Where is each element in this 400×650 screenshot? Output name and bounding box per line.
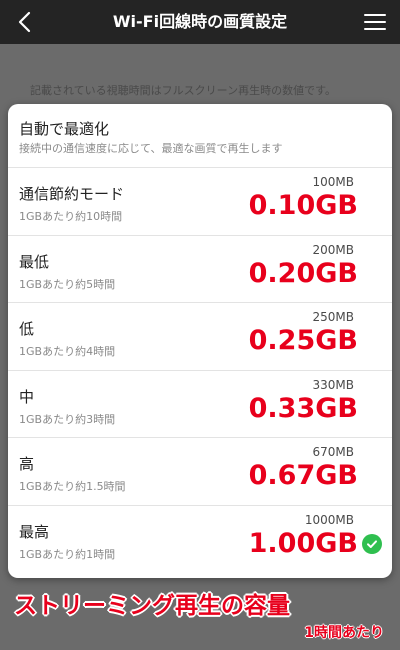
- option-hours-per-gb: 1GBあたり約4時間: [19, 345, 116, 358]
- option-size-gb: 1.00GB: [248, 527, 358, 559]
- option-size-gb: 0.20GB: [248, 257, 358, 289]
- option-hours-per-gb: 1GBあたり約5時間: [19, 277, 116, 291]
- option-auto-optimize[interactable]: 自動で最適化 接続中の通信速度に応じて、最適な画質で再生します: [8, 104, 392, 168]
- hamburger-menu-icon[interactable]: [364, 11, 386, 33]
- option-medium[interactable]: 中 1GBあたり約3時間 330MB 0.33GB: [8, 371, 392, 438]
- option-hours-per-gb: 1GBあたり約1時間: [19, 547, 116, 561]
- option-data-saver[interactable]: 通信節約モード 1GBあたり約10時間 100MB 0.10GB: [8, 168, 392, 236]
- option-title: 高: [19, 455, 35, 473]
- quality-options-sheet: 自動で最適化 接続中の通信速度に応じて、最適な画質で再生します 通信節約モード …: [8, 104, 392, 578]
- option-title: 自動で最適化: [19, 120, 110, 138]
- back-button[interactable]: [8, 6, 40, 38]
- option-title: 最低: [19, 252, 50, 271]
- option-lowest[interactable]: 最低 1GBあたり約5時間 200MB 0.20GB: [8, 236, 392, 303]
- streaming-capacity-caption: ストリーミング再生の容量: [14, 593, 290, 619]
- option-description: 接続中の通信速度に応じて、最適な画質で再生します: [19, 142, 283, 155]
- per-hour-caption: 1時間あたり: [304, 625, 384, 641]
- option-highest[interactable]: 最高 1GBあたり約1時間 1000MB 1.00GB: [8, 506, 392, 574]
- option-size-mb: 100MB: [312, 175, 355, 189]
- option-size-gb: 0.10GB: [248, 190, 358, 221]
- option-hours-per-gb: 1GBあたり約10時間: [19, 210, 123, 223]
- option-size-mb: 1000MB: [304, 512, 354, 527]
- option-size-mb: 250MB: [312, 310, 355, 324]
- page-title: Wi-Fi回線時の画質設定: [112, 12, 288, 31]
- option-hours-per-gb: 1GBあたり約1.5時間: [19, 480, 126, 493]
- option-title: 低: [19, 320, 35, 338]
- option-size-gb: 0.67GB: [248, 460, 358, 491]
- selected-check-icon: [362, 533, 382, 554]
- option-size-gb: 0.25GB: [248, 325, 358, 356]
- navbar: Wi-Fi回線時の画質設定: [0, 0, 400, 44]
- option-size-mb: 330MB: [312, 377, 355, 392]
- option-hours-per-gb: 1GBあたり約3時間: [19, 412, 116, 426]
- viewing-time-note: 記載されている視聴時間はフルスクリーン再生時の数値です。: [30, 84, 337, 97]
- option-high[interactable]: 高 1GBあたり約1.5時間 670MB 0.67GB: [8, 438, 392, 506]
- option-size-gb: 0.33GB: [248, 392, 358, 424]
- option-title: 最高: [19, 522, 50, 541]
- chevron-left-icon: [18, 11, 31, 33]
- option-title: 通信節約モード: [19, 185, 125, 203]
- option-title: 中: [19, 387, 35, 406]
- option-size-mb: 200MB: [312, 242, 355, 257]
- option-low[interactable]: 低 1GBあたり約4時間 250MB 0.25GB: [8, 303, 392, 371]
- option-size-mb: 670MB: [312, 445, 355, 459]
